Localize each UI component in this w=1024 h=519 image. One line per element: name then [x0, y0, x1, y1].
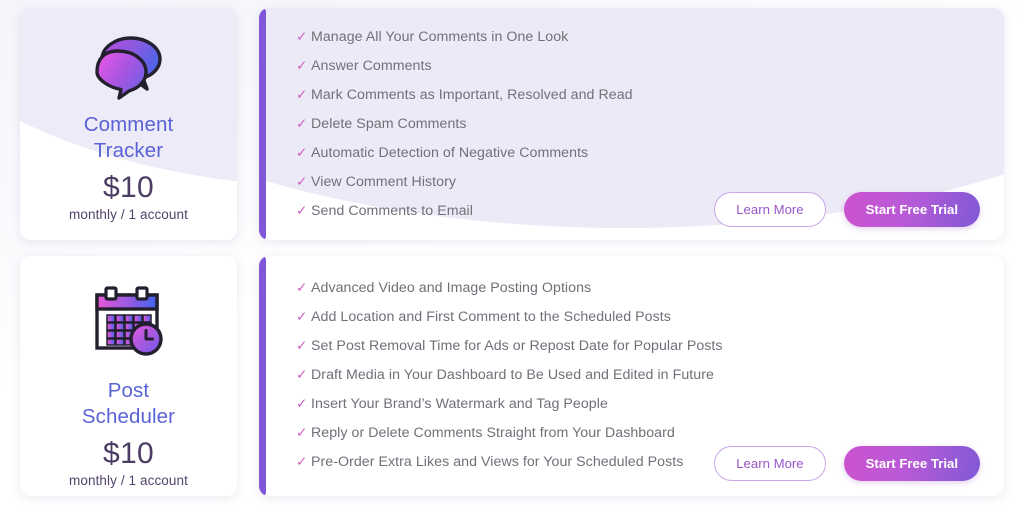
check-icon: ✓ [296, 338, 308, 353]
check-icon: ✓ [296, 145, 308, 160]
feature-label: Delete Spam Comments [311, 116, 467, 132]
feature-label: Answer Comments [311, 58, 432, 74]
check-icon: ✓ [296, 425, 308, 440]
feature-item: ✓ Set Post Removal Time for Ads or Repos… [296, 336, 1004, 365]
plan-name-line-2: Tracker [93, 139, 164, 162]
plan-actions: Learn More Start Free Trial [714, 192, 980, 227]
plan-features-panel: ✓ Manage All Your Comments in One Look ✓… [259, 8, 1004, 240]
plan-billing-period: monthly / 1 account [69, 473, 188, 488]
feature-label: Automatic Detection of Negative Comments [311, 145, 589, 161]
feature-label: Insert Your Brand’s Watermark and Tag Pe… [311, 396, 608, 412]
check-icon: ✓ [296, 174, 308, 189]
plan-summary-panel: Comment Tracker $10 monthly / 1 account [20, 8, 237, 240]
check-icon: ✓ [296, 29, 308, 44]
feature-label: Pre-Order Extra Likes and Views for Your… [311, 454, 684, 470]
plan-name-line-1: Comment [83, 113, 174, 136]
feature-item: ✓ Insert Your Brand’s Watermark and Tag … [296, 394, 1004, 423]
check-icon: ✓ [296, 396, 308, 411]
feature-item: ✓ Advanced Video and Image Posting Optio… [296, 278, 1004, 307]
feature-item: ✓ Answer Comments [296, 56, 1004, 85]
feature-label: Set Post Removal Time for Ads or Repost … [311, 338, 723, 354]
accent-bar [259, 8, 266, 240]
plan-name: Post Scheduler [82, 378, 175, 430]
plan-name-line-1: Post [107, 379, 150, 402]
plan-price: $10 [103, 437, 154, 470]
check-icon: ✓ [296, 454, 308, 469]
feature-label: Draft Media in Your Dashboard to Be Used… [311, 367, 714, 383]
plan-actions: Learn More Start Free Trial [714, 446, 980, 481]
learn-more-button[interactable]: Learn More [714, 446, 826, 481]
check-icon: ✓ [296, 367, 308, 382]
plan-features-panel: ✓ Advanced Video and Image Posting Optio… [259, 256, 1004, 496]
feature-item: ✓ Draft Media in Your Dashboard to Be Us… [296, 365, 1004, 394]
check-icon: ✓ [296, 116, 308, 131]
start-free-trial-button[interactable]: Start Free Trial [843, 192, 980, 227]
feature-label: View Comment History [311, 174, 457, 190]
plan-card-comment-tracker: Comment Tracker $10 monthly / 1 account … [20, 8, 1004, 240]
plan-summary-panel: Post Scheduler $10 monthly / 1 account [20, 256, 237, 496]
pricing-plans-page: Comment Tracker $10 monthly / 1 account … [0, 0, 1024, 519]
feature-item: ✓ Automatic Detection of Negative Commen… [296, 143, 1004, 172]
feature-label: Send Comments to Email [311, 203, 473, 219]
check-icon: ✓ [296, 280, 308, 295]
feature-label: Advanced Video and Image Posting Options [311, 280, 592, 296]
calendar-clock-icon [90, 278, 168, 366]
plan-name: Comment Tracker [84, 112, 174, 164]
feature-item: ✓ Manage All Your Comments in One Look [296, 27, 1004, 56]
check-icon: ✓ [296, 87, 308, 102]
feature-item: ✓ Delete Spam Comments [296, 114, 1004, 143]
plan-card-post-scheduler: Post Scheduler $10 monthly / 1 account ✓… [20, 256, 1004, 496]
plan-price: $10 [103, 171, 154, 204]
check-icon: ✓ [296, 309, 308, 324]
plan-billing-period: monthly / 1 account [69, 207, 188, 222]
feature-label: Add Location and First Comment to the Sc… [311, 309, 671, 325]
start-free-trial-button[interactable]: Start Free Trial [843, 446, 980, 481]
learn-more-button[interactable]: Learn More [714, 192, 826, 227]
check-icon: ✓ [296, 203, 308, 218]
speech-bubbles-icon [91, 26, 167, 108]
feature-item: ✓ Add Location and First Comment to the … [296, 307, 1004, 336]
accent-bar [259, 256, 266, 496]
feature-label: Reply or Delete Comments Straight from Y… [311, 425, 675, 441]
feature-label: Manage All Your Comments in One Look [311, 29, 569, 45]
feature-item: ✓ Mark Comments as Important, Resolved a… [296, 85, 1004, 114]
check-icon: ✓ [296, 58, 308, 73]
plan-name-line-2: Scheduler [81, 405, 176, 428]
feature-label: Mark Comments as Important, Resolved and… [311, 87, 633, 103]
